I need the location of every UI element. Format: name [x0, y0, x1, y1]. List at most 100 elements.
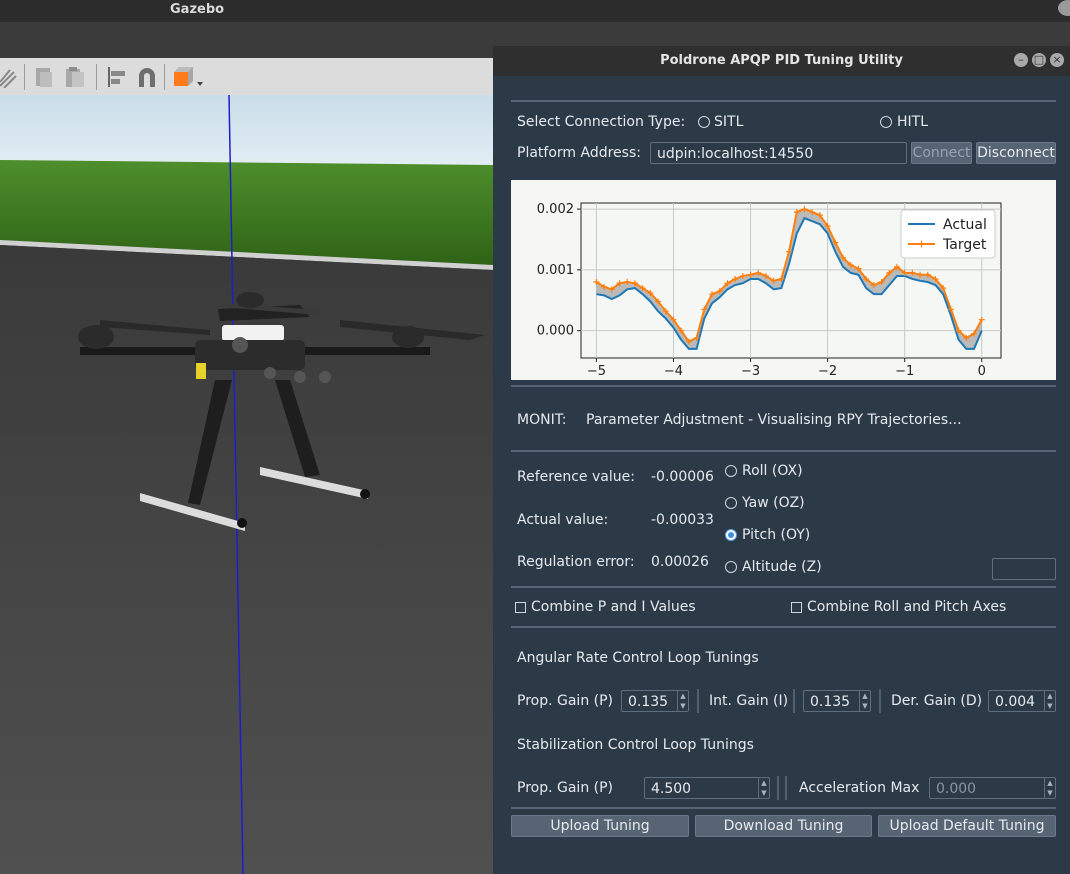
reference-value-label: Reference value: [517, 469, 635, 485]
orange-box-icon[interactable] [172, 66, 206, 88]
spin-arrows[interactable]: ▲ ▼ [859, 691, 870, 711]
divider [511, 626, 1056, 628]
angular-p-value: 0.135 [628, 694, 669, 710]
download-tuning-button[interactable]: Download Tuning [695, 815, 872, 837]
connect-button[interactable]: Connect [911, 142, 972, 164]
dialog-title: Poldrone APQP PID Tuning Utility [660, 53, 903, 68]
pitch-label[interactable]: Pitch (OY) [742, 527, 810, 543]
spin-arrows[interactable]: ▲ ▼ [677, 691, 688, 711]
regulation-error-value: 0.00026 [651, 554, 709, 570]
toolbar-divider [96, 64, 97, 90]
altitude-setpoint-input[interactable] [992, 558, 1056, 580]
stab-p-label: Prop. Gain (P) [517, 780, 614, 796]
acceleration-max-label: Acceleration Max [799, 780, 920, 796]
paste-icon[interactable] [64, 66, 86, 88]
y-tick-label: 0.001 [537, 263, 574, 278]
angular-i-label: Int. Gain (I) [709, 693, 789, 709]
yaw-radio[interactable] [725, 497, 737, 509]
y-tick-label: 0.000 [537, 324, 574, 339]
divider [511, 586, 1056, 588]
disconnect-button[interactable]: Disconnect [976, 142, 1056, 164]
angular-i-spinbox[interactable]: 0.135 ▲ ▼ [803, 690, 871, 712]
upload-tuning-button[interactable]: Upload Tuning [511, 815, 689, 837]
regulation-error-label: Regulation error: [517, 554, 635, 570]
connection-type-label: Select Connection Type: [517, 114, 686, 130]
monit-status: Parameter Adjustment - Visualising RPY T… [586, 412, 962, 428]
toolbar-divider [164, 64, 165, 90]
gazebo-title: Gazebo [170, 2, 225, 17]
x-tick-label: −3 [741, 364, 760, 379]
field-divider [697, 689, 699, 713]
y-tick-label: 0.002 [537, 202, 574, 217]
reference-value: -0.00006 [651, 469, 714, 485]
dialog-titlebar: Poldrone APQP PID Tuning Utility – □ × [493, 46, 1070, 76]
gazebo-titlebar: Gazebo [0, 0, 1070, 22]
actual-value: -0.00033 [651, 512, 714, 528]
combine-axes-checkbox[interactable] [791, 602, 802, 613]
maximize-button[interactable]: □ [1032, 53, 1046, 67]
x-tick-label: −5 [587, 364, 606, 379]
roll-label[interactable]: Roll (OX) [742, 463, 803, 479]
x-tick-label: −1 [895, 364, 914, 379]
sitl-radio[interactable] [698, 116, 710, 128]
field-divider [785, 776, 787, 800]
angular-d-spinbox[interactable]: 0.004 ▲ ▼ [988, 690, 1056, 712]
upload-default-tuning-button[interactable]: Upload Default Tuning [878, 815, 1056, 837]
actual-value-label: Actual value: [517, 512, 609, 528]
angular-p-spinbox[interactable]: 0.135 ▲ ▼ [621, 690, 689, 712]
combine-pi-checkbox[interactable] [515, 602, 526, 613]
legend-label: Actual [943, 217, 987, 233]
hitl-radio[interactable] [880, 116, 892, 128]
x-tick-label: 0 [978, 364, 986, 379]
combine-axes-label[interactable]: Combine Roll and Pitch Axes [807, 599, 1006, 615]
legend-label: Target [942, 237, 987, 253]
angular-i-value: 0.135 [810, 694, 851, 710]
trajectory-plot-svg: −5 −4 −3 −2 −1 0 0.000 0.001 0.002 Actual Target [537, 202, 1002, 379]
monit-label: MONIT: [517, 412, 567, 428]
toolbar-divider [24, 64, 25, 90]
dialog-body: Select Connection Type: SITL HITL Platfo… [493, 76, 1070, 874]
divider [511, 450, 1056, 452]
trajectory-chart: −5 −4 −3 −2 −1 0 0.000 0.001 0.002 Actual Target [511, 180, 1056, 380]
spin-arrows[interactable]: ▲ ▼ [1044, 778, 1055, 798]
combine-pi-label[interactable]: Combine P and I Values [531, 599, 696, 615]
altitude-radio[interactable] [725, 561, 737, 573]
angular-rate-title: Angular Rate Control Loop Tunings [517, 650, 759, 666]
roll-radio[interactable] [725, 465, 737, 477]
altitude-label[interactable]: Altitude (Z) [742, 559, 822, 575]
copy-icon[interactable] [34, 66, 54, 88]
sitl-label[interactable]: SITL [714, 114, 743, 130]
gazebo-toolbar [0, 58, 493, 96]
yaw-label[interactable]: Yaw (OZ) [742, 495, 805, 511]
minimize-button[interactable]: – [1014, 53, 1028, 67]
close-button[interactable]: × [1050, 53, 1064, 67]
align-icon[interactable] [106, 66, 128, 88]
spin-arrows[interactable]: ▲ ▼ [758, 778, 769, 798]
divider [511, 100, 1056, 102]
stripes-tool-icon[interactable] [0, 66, 20, 88]
chart-legend: Actual Target [900, 209, 996, 259]
field-divider [777, 776, 779, 800]
divider [511, 807, 1056, 809]
magnet-icon[interactable] [136, 66, 158, 88]
divider [511, 385, 1056, 387]
angular-d-value: 0.004 [995, 694, 1036, 710]
gazebo-close-button[interactable] [1058, 0, 1070, 16]
pitch-radio[interactable] [725, 529, 737, 541]
field-divider [793, 689, 795, 713]
angular-p-label: Prop. Gain (P) [517, 693, 614, 709]
x-tick-label: −4 [664, 364, 683, 379]
platform-address-label: Platform Address: [517, 145, 641, 161]
gazebo-3d-scene[interactable] [0, 95, 493, 874]
angular-d-label: Der. Gain (D) [891, 693, 983, 709]
spin-arrows[interactable]: ▲ ▼ [1044, 691, 1055, 711]
stab-p-value: 4.500 [651, 781, 692, 797]
stab-p-spinbox[interactable]: 4.500 ▲ ▼ [644, 777, 770, 799]
acceleration-max-spinbox[interactable]: 0.000 ▲ ▼ [929, 777, 1056, 799]
x-tick-label: −2 [818, 364, 837, 379]
acceleration-max-value: 0.000 [936, 781, 977, 797]
platform-address-input[interactable]: udpin:localhost:14550 [650, 142, 907, 164]
stabilization-title: Stabilization Control Loop Tunings [517, 737, 754, 753]
hitl-label[interactable]: HITL [897, 114, 928, 130]
field-divider [879, 689, 881, 713]
